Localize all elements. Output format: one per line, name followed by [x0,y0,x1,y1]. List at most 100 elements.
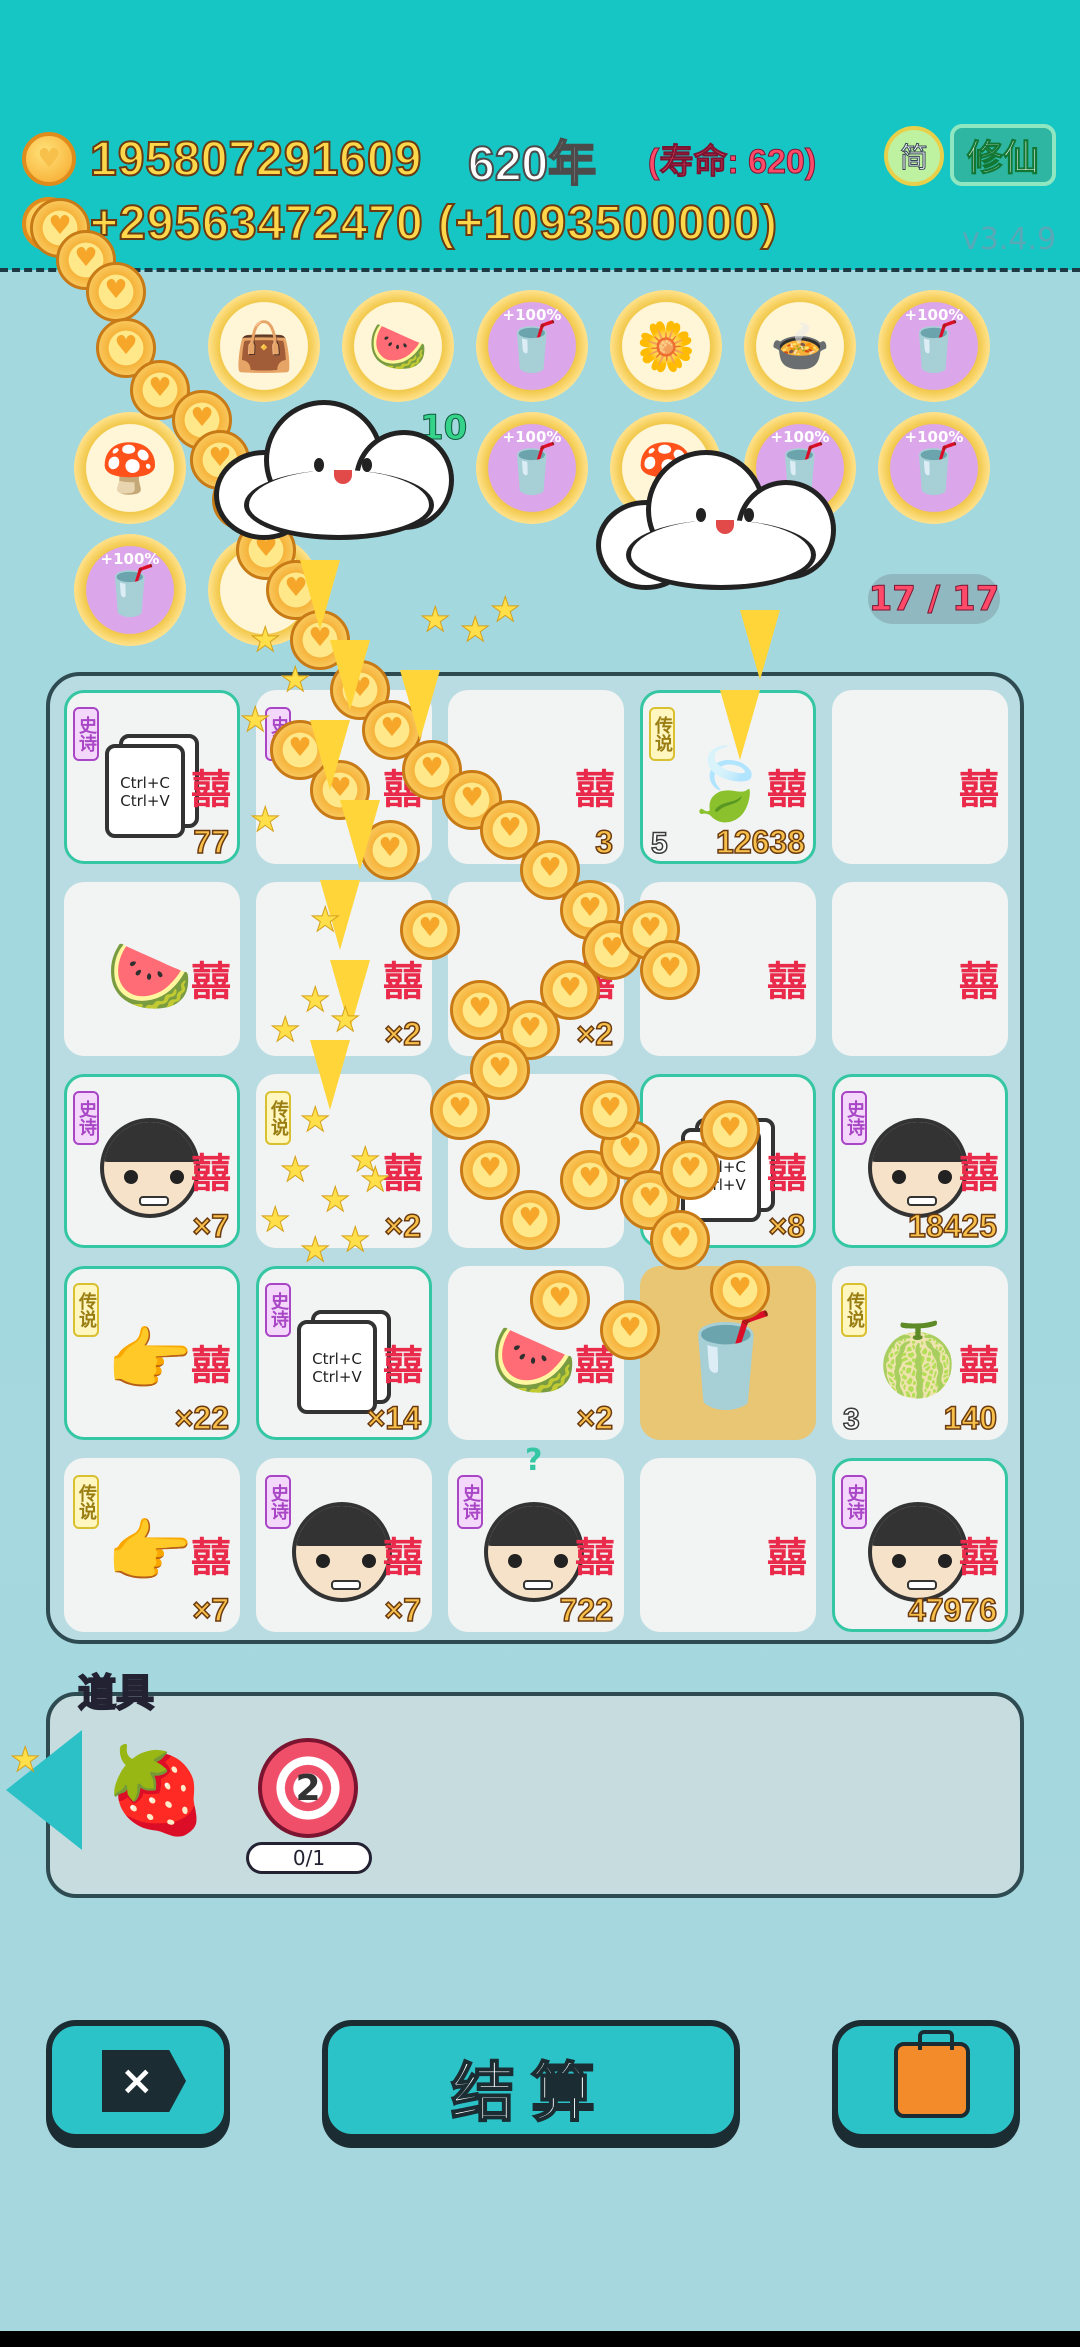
double-happiness-icon: 囍 [575,767,615,813]
face-icon [863,1113,973,1223]
relic-bag[interactable]: 👜 [208,290,320,402]
star-icon: ★ [279,660,311,701]
board-cell[interactable]: 史诗囍? 722 [448,1443,624,1632]
settle-label: 结算 [450,2056,611,2132]
cell-count: ×14 [366,1399,422,1437]
relic-cup[interactable]: +100% 🥤 [476,412,588,524]
coin-icon [400,900,460,960]
face-icon [479,1497,589,1607]
coin-icon [640,940,700,1000]
star-icon: ★ [239,700,271,741]
cell-count: ×2 [576,1399,614,1437]
relic-mushroom-cloud[interactable]: 🍄 [74,412,186,524]
star-icon: ★ [489,590,521,631]
face-icon [863,1497,973,1607]
star-icon: ★ [319,1180,351,1221]
relic-pot[interactable]: 🍲 [744,290,856,402]
relic-cup[interactable]: +100% 🥤 [878,290,990,402]
relic-pct-label: +100% [904,428,964,446]
coin-icon [500,1190,560,1250]
target-count: 2 [295,1767,321,1809]
briefcase-icon [894,2030,970,2118]
board-cell[interactable]: 史诗囍 47976 [832,1458,1008,1632]
board-cell[interactable]: 传说 🍈 囍 3 140 [832,1266,1008,1440]
star-icon: ★ [9,1740,41,1781]
double-happiness-icon: 囍 [959,959,999,1005]
double-happiness-icon: 囍 [191,1535,231,1581]
double-happiness-icon: 囍 [959,1151,999,1197]
strawberry-icon[interactable]: 🍓 [104,1740,209,1840]
star-icon: ★ [249,800,281,841]
star-icon: ★ [259,1200,291,1241]
cell-level: 3 [842,1402,860,1437]
header-divider [0,268,1080,272]
coin-total: 195807291609 [89,132,423,187]
double-happiness-icon: 囍 [767,1151,807,1197]
close-icon: × [102,2050,186,2112]
double-happiness-icon: 囍 [383,959,423,1005]
lightning-icon [720,690,760,760]
board-cell[interactable]: 史诗囍 18425 [832,1074,1008,1248]
cell-count: ×2 [384,1015,422,1053]
relic-cup[interactable]: +100% 🥤 [74,534,186,646]
relic-flower[interactable]: 🌼 [610,290,722,402]
relic-pct-label: +100% [502,428,562,446]
hand-icon: 👉 [106,1318,194,1401]
lightning-icon [310,720,350,790]
years-label: 620年 [467,137,597,192]
cell-count: 12638 [715,823,805,861]
star-icon: ★ [419,600,451,641]
board-cell[interactable]: 史诗Ctrl+CCtrl+VCtrl+CCtrl+V囍×14 [256,1266,432,1440]
target-icon[interactable]: 2 [258,1738,358,1838]
cell-count: ×8 [768,1207,806,1245]
board-cell[interactable]: 囍 [832,882,1008,1056]
board-cell[interactable]: 传说 👉 囍 ×7 [64,1458,240,1632]
double-happiness-icon: 囍 [191,959,231,1005]
star-icon: ★ [299,980,331,1021]
coin-row: ♥ 195807291609 [22,124,422,194]
star-icon: ★ [299,1100,331,1141]
star-icon: ★ [329,1000,361,1041]
board-cell[interactable]: 史诗Ctrl+CCtrl+VCtrl+CCtrl+V囍77 [64,690,240,864]
cultivation-button[interactable]: 修仙 [950,124,1056,186]
board-cell[interactable]: 🍉 囍 [64,882,240,1056]
double-happiness-icon: 囍 [383,1343,423,1389]
coin-icon [580,1080,640,1140]
relic-cup[interactable]: +100% 🥤 [878,412,990,524]
copy-paste-cards-icon: Ctrl+CCtrl+VCtrl+CCtrl+V [95,729,205,839]
cup-icon: 🥤 [669,1307,783,1413]
lifespan-label: (寿命: 620) [647,143,817,182]
version-label: v3.4.9 [962,222,1057,257]
cell-count: ×7 [192,1591,230,1629]
double-happiness-icon: 囍 [191,1343,231,1389]
settle-button[interactable]: 结算 [322,2020,740,2140]
board-cell[interactable]: 史诗囍 ×7 [256,1458,432,1632]
board-cell[interactable]: 传说 👉 囍 ×22 [64,1266,240,1440]
relic-cup[interactable]: +100% 🥤 [476,290,588,402]
lightning-icon [400,670,440,740]
lightning-icon [330,640,370,710]
double-happiness-icon: 囍 [191,767,231,813]
star-icon: ★ [309,900,341,941]
double-happiness-icon: 囍 [767,1535,807,1581]
board-cell[interactable]: 史诗囍 ×7 [64,1074,240,1248]
board-cell[interactable]: 囍 [832,690,1008,864]
star-icon: ★ [299,1230,331,1271]
double-happiness-icon: 囍 [767,959,807,1005]
cell-count: 47976 [907,1591,997,1629]
bag-button[interactable] [832,2020,1020,2140]
close-button[interactable]: × [46,2020,230,2140]
double-happiness-icon: 囍 [959,767,999,813]
coin-icon [430,1080,490,1140]
coin-icon [700,1100,760,1160]
lightning-icon [740,610,780,680]
double-happiness-icon: 囍 [959,1535,999,1581]
coin-icon [600,1300,660,1360]
star-icon: ★ [349,1140,381,1181]
double-happiness-icon: 囍 [959,1343,999,1389]
relic-pct-label: +100% [100,550,160,568]
target-progress: 0/1 [246,1842,372,1874]
relic-fruit-bowl[interactable]: 🍉 [342,290,454,402]
language-toggle-button[interactable]: 简 [884,126,944,186]
board-cell[interactable]: 囍 [640,1458,816,1632]
